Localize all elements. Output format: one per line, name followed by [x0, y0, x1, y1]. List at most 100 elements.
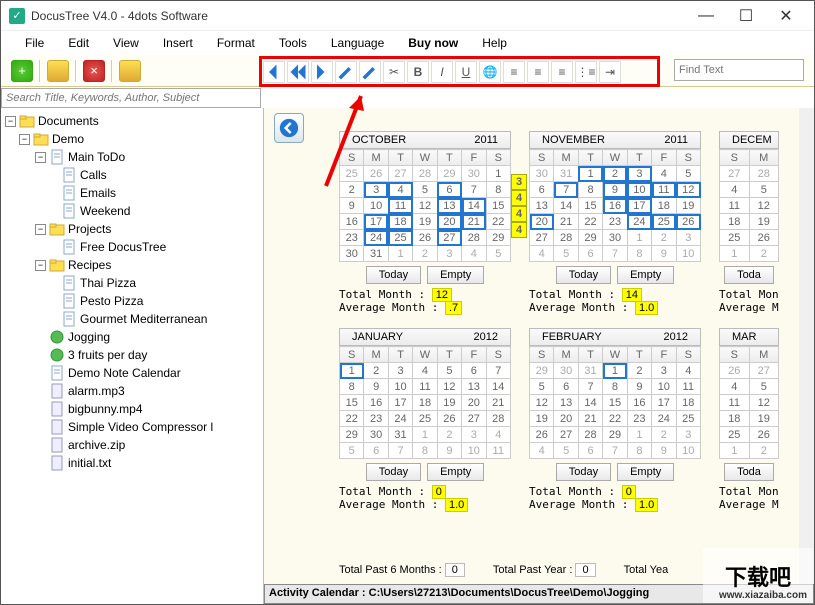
bold-button[interactable]: B [407, 61, 429, 83]
cal-day[interactable]: 22 [578, 214, 602, 230]
cal-day[interactable]: 21 [578, 411, 602, 427]
cal-day[interactable]: 4 [530, 443, 554, 459]
menu-insert[interactable]: Insert [151, 32, 205, 54]
cal-day[interactable]: 5 [486, 246, 510, 262]
cal-day[interactable]: 1 [627, 230, 651, 246]
cal-day[interactable]: 30 [462, 166, 486, 182]
cal-day[interactable]: 16 [364, 395, 388, 411]
cal-day[interactable]: 10 [652, 379, 676, 395]
align-right-button[interactable]: ≡ [551, 61, 573, 83]
cal-day[interactable]: 5 [749, 379, 779, 395]
cal-day[interactable]: 23 [627, 411, 651, 427]
cal-day[interactable]: 12 [437, 379, 461, 395]
nav-fwd-icon[interactable] [311, 61, 333, 83]
italic-button[interactable]: I [431, 61, 453, 83]
cal-day[interactable]: 25 [720, 230, 750, 246]
cal-day[interactable]: 6 [578, 443, 602, 459]
cal-day[interactable]: 25 [720, 427, 750, 443]
tree-node[interactable]: −Projects [3, 220, 261, 238]
cal-day[interactable]: 2 [413, 246, 437, 262]
cal-day[interactable]: 27 [437, 230, 461, 246]
cal-day[interactable]: 3 [676, 427, 700, 443]
cal-day[interactable]: 7 [462, 182, 486, 198]
cal-day[interactable]: 8 [340, 379, 364, 395]
cal-day[interactable]: 14 [578, 395, 602, 411]
cal-day[interactable]: 25 [676, 411, 700, 427]
cal-day[interactable]: 15 [340, 395, 364, 411]
cal-day[interactable]: 30 [554, 363, 578, 379]
cal-day[interactable]: 4 [530, 246, 554, 262]
cal-day[interactable]: 18 [720, 411, 750, 427]
cal-day[interactable]: 8 [413, 443, 437, 459]
cal-day[interactable]: 27 [462, 411, 486, 427]
cal-day[interactable]: 25 [652, 214, 676, 230]
menu-file[interactable]: File [13, 32, 56, 54]
cal-day[interactable]: 21 [554, 214, 578, 230]
cal-day[interactable]: 8 [486, 182, 510, 198]
cal-day[interactable]: 8 [627, 443, 651, 459]
minimize-button[interactable]: — [686, 3, 726, 29]
cal-day[interactable]: 3 [676, 230, 700, 246]
cal-day[interactable]: 2 [749, 443, 779, 459]
cal-day[interactable]: 12 [749, 198, 779, 214]
add-button[interactable]: + [11, 60, 33, 82]
cal-day[interactable]: 25 [388, 230, 412, 246]
cal-day[interactable]: 6 [437, 182, 461, 198]
cal-day[interactable]: 29 [530, 363, 554, 379]
cal-day[interactable]: 16 [603, 198, 627, 214]
today-button[interactable]: Today [556, 266, 611, 284]
cal-day[interactable]: 27 [554, 427, 578, 443]
cal-day[interactable]: 10 [627, 182, 651, 198]
tree-node[interactable]: −Recipes [3, 256, 261, 274]
cal-day[interactable]: 27 [749, 363, 779, 379]
edit2-icon[interactable] [359, 61, 381, 83]
cal-day[interactable]: 3 [364, 182, 388, 198]
tree-node[interactable]: alarm.mp3 [3, 382, 261, 400]
cal-day[interactable]: 5 [554, 443, 578, 459]
cal-day[interactable]: 28 [554, 230, 578, 246]
cal-day[interactable]: 5 [749, 182, 779, 198]
cal-day[interactable]: 6 [578, 246, 602, 262]
cal-day[interactable]: 11 [486, 443, 510, 459]
tree-node[interactable]: Emails [3, 184, 261, 202]
cal-day[interactable]: 18 [720, 214, 750, 230]
cal-day[interactable]: 24 [388, 411, 412, 427]
menu-tools[interactable]: Tools [267, 32, 319, 54]
cal-day[interactable]: 22 [486, 214, 510, 230]
cal-day[interactable]: 22 [340, 411, 364, 427]
cal-day[interactable]: 17 [364, 214, 388, 230]
empty-button[interactable]: Empty [617, 266, 674, 284]
cal-day[interactable]: 1 [627, 427, 651, 443]
cal-day[interactable]: 26 [530, 427, 554, 443]
cal-day[interactable]: 24 [364, 230, 388, 246]
cal-day[interactable]: 6 [530, 182, 554, 198]
cal-day[interactable]: 5 [554, 246, 578, 262]
folder-button[interactable] [119, 60, 141, 82]
cal-day[interactable]: 10 [676, 246, 700, 262]
search-input[interactable] [1, 88, 261, 108]
cal-day[interactable]: 26 [720, 363, 750, 379]
cal-day[interactable]: 19 [749, 214, 779, 230]
link-icon[interactable]: 🌐 [479, 61, 501, 83]
cal-day[interactable]: 4 [462, 246, 486, 262]
today-button[interactable]: Today [366, 463, 421, 481]
menu-view[interactable]: View [101, 32, 151, 54]
cal-day[interactable]: 23 [340, 230, 364, 246]
cal-day[interactable]: 29 [437, 166, 461, 182]
cal-day[interactable]: 31 [364, 246, 388, 262]
cal-day[interactable]: 1 [720, 246, 750, 262]
tree-node[interactable]: Weekend [3, 202, 261, 220]
cal-day[interactable]: 30 [530, 166, 554, 182]
tree-node[interactable]: Gourmet Mediterranean [3, 310, 261, 328]
cal-day[interactable]: 28 [462, 230, 486, 246]
cal-day[interactable]: 26 [749, 230, 779, 246]
cal-day[interactable]: 17 [652, 395, 676, 411]
cal-day[interactable]: 3 [627, 166, 651, 182]
cal-day[interactable]: 8 [603, 379, 627, 395]
cal-day[interactable]: 9 [652, 246, 676, 262]
cal-day[interactable]: 26 [749, 427, 779, 443]
nav-back-icon[interactable] [287, 61, 309, 83]
tree-node[interactable]: Thai Pizza [3, 274, 261, 292]
menu-help[interactable]: Help [470, 32, 519, 54]
cal-day[interactable]: 9 [364, 379, 388, 395]
